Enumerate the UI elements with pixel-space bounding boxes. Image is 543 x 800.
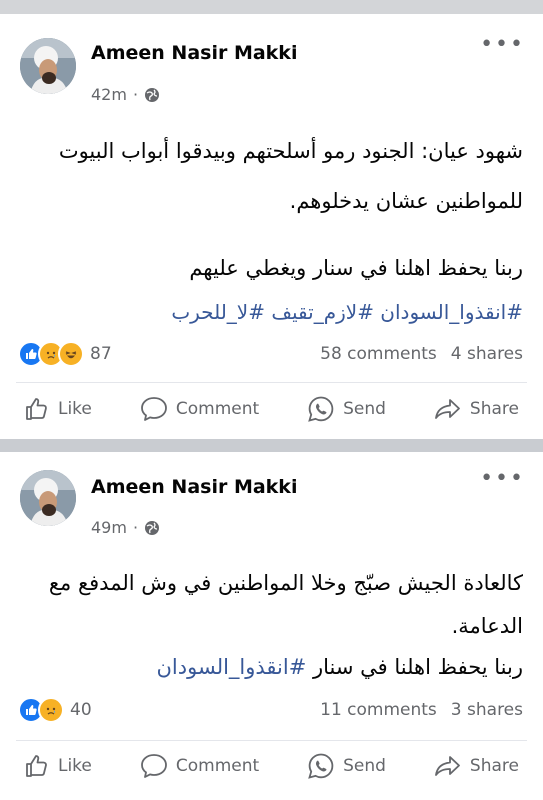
engagement-counts: 58 comments 4 shares bbox=[320, 344, 523, 364]
send-button[interactable]: Send bbox=[307, 395, 386, 423]
reactions-summary[interactable]: 40 bbox=[18, 697, 92, 723]
post-time[interactable]: 49m bbox=[91, 518, 127, 537]
whatsapp-icon bbox=[307, 395, 335, 423]
shares-count[interactable]: 4 shares bbox=[451, 344, 523, 364]
post-text-line: الدعامة. bbox=[451, 614, 523, 638]
post-author[interactable]: Ameen Nasir Makki bbox=[91, 476, 297, 498]
thumbs-up-icon bbox=[24, 753, 50, 779]
post-hashtags[interactable]: #انقذوا_السودان bbox=[157, 655, 307, 679]
send-label: Send bbox=[343, 756, 386, 776]
post-card: Ameen Nasir Makki 49m · ••• كالعادة الجي… bbox=[0, 452, 543, 800]
more-options-icon[interactable]: ••• bbox=[480, 468, 525, 490]
action-bar: Like Comment Send Share bbox=[0, 384, 543, 434]
action-bar: Like Comment Send Share bbox=[0, 741, 543, 791]
meta-separator: · bbox=[132, 85, 139, 104]
comments-count[interactable]: 11 comments bbox=[320, 700, 437, 720]
globe-icon bbox=[144, 87, 160, 103]
post-text-line: ربنا يحفظ اهلنا في سنار ويغطي عليهم bbox=[189, 256, 523, 280]
whatsapp-icon bbox=[307, 752, 335, 780]
post-time[interactable]: 42m bbox=[91, 85, 127, 104]
haha-reaction-icon bbox=[58, 341, 84, 367]
comment-bubble-icon bbox=[140, 753, 168, 779]
post-text-line: كالعادة الجيش صبّج وخلا المواطنين في وش … bbox=[48, 571, 523, 595]
share-label: Share bbox=[469, 756, 519, 776]
send-button[interactable]: Send bbox=[307, 752, 386, 780]
sad-reaction-icon bbox=[38, 697, 64, 723]
comment-label: Comment bbox=[175, 399, 260, 419]
more-options-icon[interactable]: ••• bbox=[480, 34, 525, 56]
share-arrow-icon bbox=[434, 754, 462, 778]
comment-button[interactable]: Comment bbox=[140, 753, 259, 779]
globe-icon bbox=[144, 520, 160, 536]
post-text-line: شهود عيان: الجنود رمو أسلحتهم وبيدقوا أب… bbox=[58, 139, 523, 163]
post-hashtags[interactable]: #انقذوا_السودان #لازم_تقيف #لا_للحرب bbox=[23, 295, 523, 329]
like-label: Like bbox=[57, 399, 92, 419]
like-button[interactable]: Like bbox=[24, 396, 92, 422]
meta-separator: · bbox=[132, 518, 139, 537]
post-text-line: للمواطنين عشان يدخلوهم. bbox=[289, 189, 523, 213]
post-text-line: ربنا يحفظ اهلنا في سنار #انقذوا_السودان bbox=[23, 650, 524, 684]
share-arrow-icon bbox=[434, 397, 462, 421]
like-button[interactable]: Like bbox=[24, 753, 92, 779]
avatar[interactable] bbox=[20, 38, 76, 94]
comment-button[interactable]: Comment bbox=[140, 396, 259, 422]
reaction-count: 87 bbox=[90, 344, 112, 364]
reactions-summary[interactable]: 87 bbox=[18, 341, 112, 367]
share-button[interactable]: Share bbox=[434, 754, 519, 778]
share-label: Share bbox=[469, 399, 519, 419]
post-text-inline: ربنا يحفظ اهلنا في سنار bbox=[306, 655, 523, 679]
news-feed: Ameen Nasir Makki 42m · ••• شهود عيان: ا… bbox=[0, 0, 543, 800]
post-card: Ameen Nasir Makki 42m · ••• شهود عيان: ا… bbox=[0, 14, 543, 439]
like-label: Like bbox=[57, 756, 92, 776]
divider bbox=[16, 382, 527, 383]
post-meta: 42m · bbox=[91, 85, 160, 104]
shares-count[interactable]: 3 shares bbox=[451, 700, 523, 720]
thumbs-up-icon bbox=[24, 396, 50, 422]
feed-separator bbox=[0, 0, 543, 14]
post-author[interactable]: Ameen Nasir Makki bbox=[91, 42, 297, 64]
reaction-count: 40 bbox=[70, 700, 92, 720]
comment-bubble-icon bbox=[140, 396, 168, 422]
comment-label: Comment bbox=[175, 756, 260, 776]
post-meta: 49m · bbox=[91, 518, 160, 537]
engagement-counts: 11 comments 3 shares bbox=[320, 700, 523, 720]
send-label: Send bbox=[343, 399, 386, 419]
avatar[interactable] bbox=[20, 470, 76, 526]
comments-count[interactable]: 58 comments bbox=[320, 344, 437, 364]
share-button[interactable]: Share bbox=[434, 397, 519, 421]
